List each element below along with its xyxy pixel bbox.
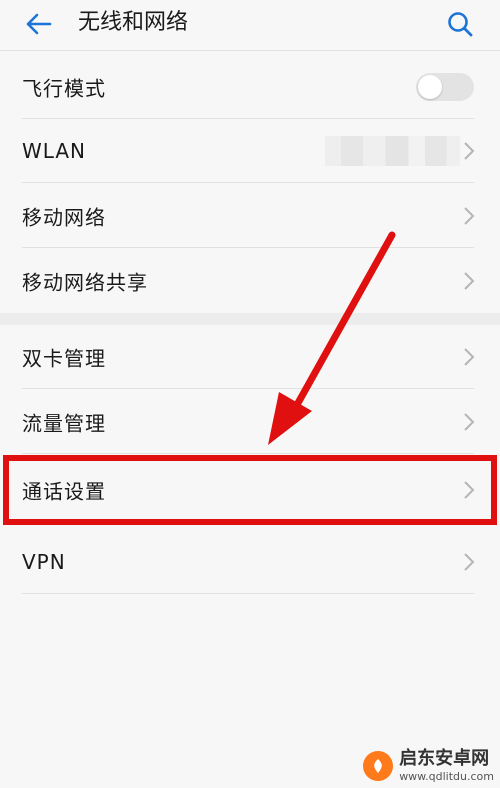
watermark-url: www.qdlitdu.com	[399, 770, 494, 783]
watermark-name: 启东安卓网	[399, 748, 490, 769]
red-arrow	[268, 231, 396, 445]
watermark-text: 启东安卓网 www.qdlitdu.com	[399, 748, 494, 783]
watermark: 启东安卓网 www.qdlitdu.com	[363, 750, 494, 782]
watermark-logo-icon	[363, 751, 394, 781]
